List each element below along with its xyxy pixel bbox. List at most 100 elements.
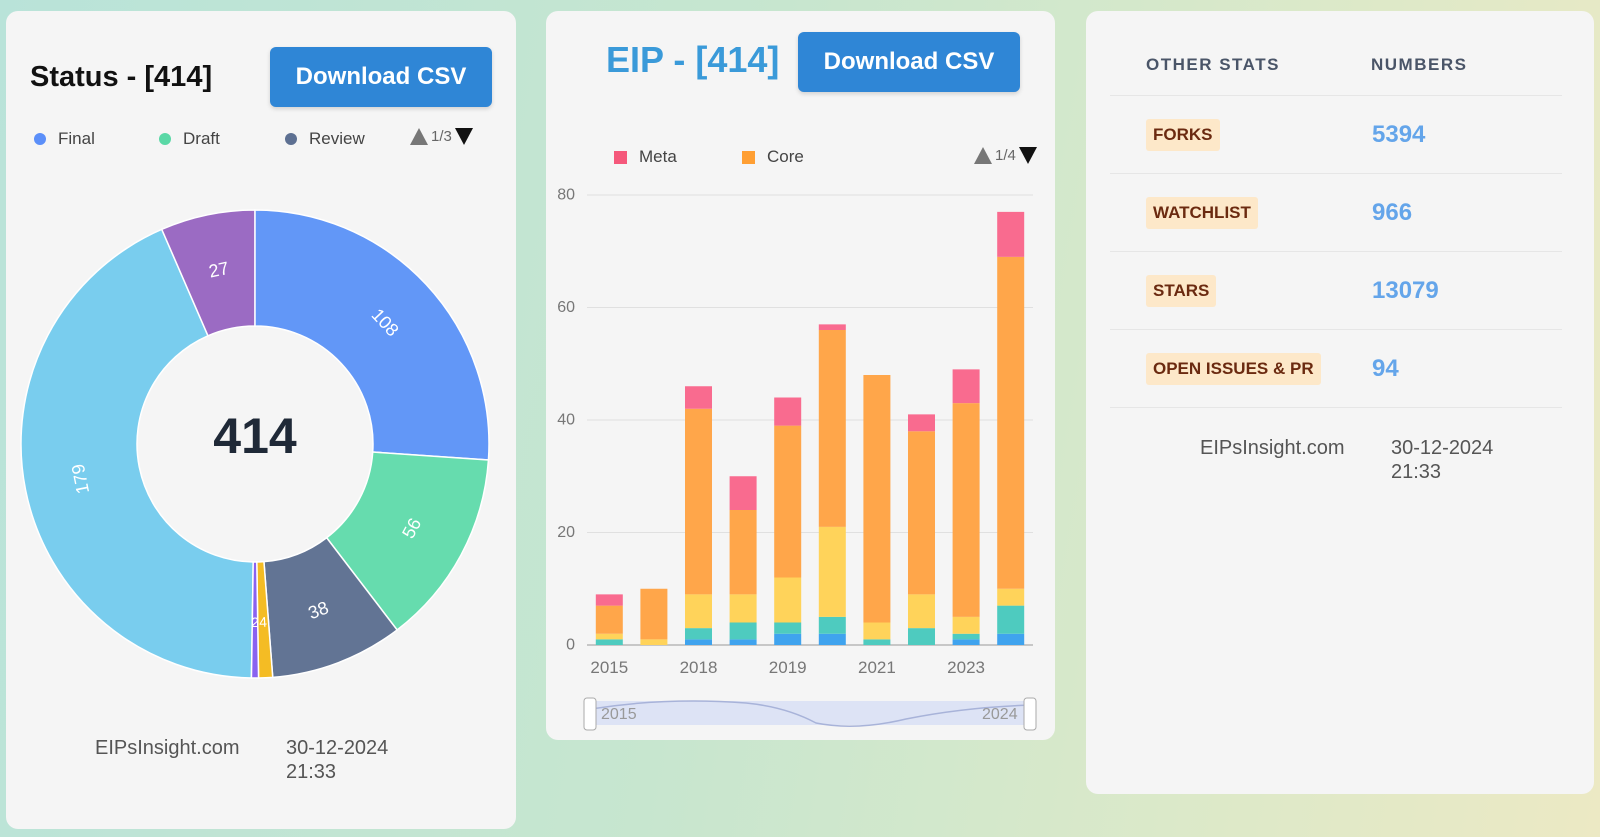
bar-segment[interactable] — [595, 605, 623, 634]
legend-label-meta: Meta — [639, 147, 677, 166]
legend-item-review[interactable]: Review — [285, 129, 365, 149]
stat-label-forks: FORKS — [1146, 119, 1220, 151]
bar-segment[interactable] — [818, 616, 846, 634]
bar-segment[interactable] — [685, 408, 712, 595]
y-tick-label: 20 — [557, 524, 575, 541]
bar-segment[interactable] — [908, 594, 935, 629]
bar-segment[interactable] — [818, 330, 846, 527]
donut-slice-label: 27 — [207, 258, 231, 282]
stat-value-stars: 13079 — [1372, 277, 1439, 304]
bar-segment[interactable] — [952, 633, 980, 640]
status-footer-date: 30-12-2024 — [286, 737, 389, 759]
y-tick-label: 0 — [566, 637, 575, 654]
donut-slice-label: 2 — [251, 614, 259, 630]
legend-next-page-icon[interactable] — [454, 128, 473, 145]
datazoom-slider[interactable]: 2015 2024 — [583, 697, 1037, 731]
stat-label-open-issues: OPEN ISSUES & PR — [1146, 353, 1321, 385]
bar-segment[interactable] — [952, 616, 980, 634]
bar-segment[interactable] — [863, 622, 891, 640]
legend-marker-review — [285, 133, 297, 145]
bar-segment[interactable] — [595, 639, 623, 645]
slider-left-handle[interactable] — [583, 697, 597, 731]
status-title: Status - [414] — [30, 61, 213, 93]
bar-segment[interactable] — [952, 403, 980, 617]
bar-segment[interactable] — [818, 633, 846, 645]
x-tick-label: 2023 — [947, 658, 985, 677]
x-tick-label: 2015 — [590, 658, 628, 677]
y-tick-label: 80 — [557, 187, 575, 204]
bar-segment[interactable] — [774, 622, 802, 634]
bar-segment[interactable] — [729, 510, 757, 595]
legend-marker-draft — [159, 133, 171, 145]
bar-segment[interactable] — [595, 633, 623, 640]
x-tick-label: 2019 — [769, 658, 807, 677]
bar-segment[interactable] — [729, 476, 757, 510]
bar-segment[interactable] — [729, 639, 757, 645]
stat-label-watchlist: WATCHLIST — [1146, 197, 1258, 229]
y-tick-label: 40 — [557, 412, 575, 429]
bar-segment[interactable] — [863, 375, 891, 623]
bar-segment[interactable] — [729, 622, 757, 640]
legend-prev-page-icon[interactable] — [410, 128, 428, 145]
eip-legend-pager: 1/4 — [974, 147, 1037, 164]
stats-footer-time: 21:33 — [1391, 461, 1442, 483]
bar-segment[interactable] — [729, 594, 757, 623]
legend-label-final: Final — [58, 129, 95, 148]
bar-segment[interactable] — [997, 256, 1025, 589]
bar-segment[interactable] — [774, 577, 802, 623]
legend-item-core[interactable]: Core — [742, 147, 804, 167]
bar-segment[interactable] — [685, 386, 712, 409]
bar-segment[interactable] — [908, 431, 935, 595]
legend-item-draft[interactable]: Draft — [159, 129, 220, 149]
x-tick-label: 2018 — [680, 658, 718, 677]
eip-download-csv-button[interactable]: Download CSV — [798, 32, 1020, 92]
y-tick-label: 60 — [557, 299, 575, 316]
bar-segment[interactable] — [997, 588, 1025, 606]
eip-legend-next-page-icon[interactable] — [1018, 147, 1037, 164]
legend-marker-final — [34, 133, 46, 145]
legend-item-meta[interactable]: Meta — [614, 147, 677, 167]
stats-row-watchlist: WATCHLIST 966 — [1110, 173, 1562, 251]
legend-marker-meta — [614, 150, 627, 164]
status-donut-chart: 17927108563842 414 — [20, 209, 490, 679]
bar-segment[interactable] — [685, 628, 712, 640]
bar-segment[interactable] — [997, 633, 1025, 645]
eip-stacked-bar-chart: 0 20 40 60 80 2015 2018 2019 2021 2023 2015 2024 — [557, 187, 1037, 731]
stats-row-forks: FORKS 5394 — [1110, 95, 1562, 173]
slider-start-label: 2015 — [601, 706, 637, 723]
bar-segment[interactable] — [774, 633, 802, 645]
bar-segment[interactable] — [640, 639, 668, 645]
bar-segment[interactable] — [863, 639, 891, 645]
bar-segment[interactable] — [908, 628, 935, 645]
bar-segment[interactable] — [818, 526, 846, 617]
bar-segment[interactable] — [818, 324, 846, 330]
x-tick-label: 2021 — [858, 658, 896, 677]
bar-segment[interactable] — [685, 639, 712, 645]
eip-title: EIP - [414] — [606, 39, 780, 80]
stats-row-stars: STARS 13079 — [1110, 251, 1562, 329]
stat-value-open-issues: 94 — [1372, 355, 1399, 382]
bar-segment[interactable] — [685, 594, 712, 629]
donut-center-total: 414 — [213, 408, 297, 464]
bar-segment[interactable] — [952, 639, 980, 645]
bar-segment[interactable] — [595, 594, 623, 606]
legend-pager: 1/3 — [410, 128, 473, 145]
stats-card: OTHER STATS NUMBERS FORKS 5394 WATCHLIST… — [1086, 11, 1594, 794]
legend-label-draft: Draft — [183, 129, 220, 148]
stats-footer-date: 30-12-2024 — [1391, 437, 1494, 459]
legend-item-final[interactable]: Final — [34, 129, 95, 149]
stats-header-numbers: NUMBERS — [1371, 55, 1468, 74]
bar-segment[interactable] — [774, 425, 802, 578]
bar-segment[interactable] — [640, 588, 668, 640]
slider-right-handle[interactable] — [1023, 697, 1037, 731]
bar-segment[interactable] — [997, 605, 1025, 634]
slider-end-label: 2024 — [982, 706, 1018, 723]
stats-header-other: OTHER STATS — [1146, 55, 1280, 74]
bar-segment[interactable] — [952, 369, 980, 404]
bar-segment[interactable] — [774, 397, 802, 426]
eip-legend-prev-page-icon[interactable] — [974, 147, 992, 164]
bar-segment[interactable] — [997, 211, 1025, 257]
bar-segment[interactable] — [908, 414, 935, 432]
status-download-csv-button[interactable]: Download CSV — [270, 47, 492, 107]
stats-footer-site: EIPsInsight.com — [1200, 437, 1345, 459]
